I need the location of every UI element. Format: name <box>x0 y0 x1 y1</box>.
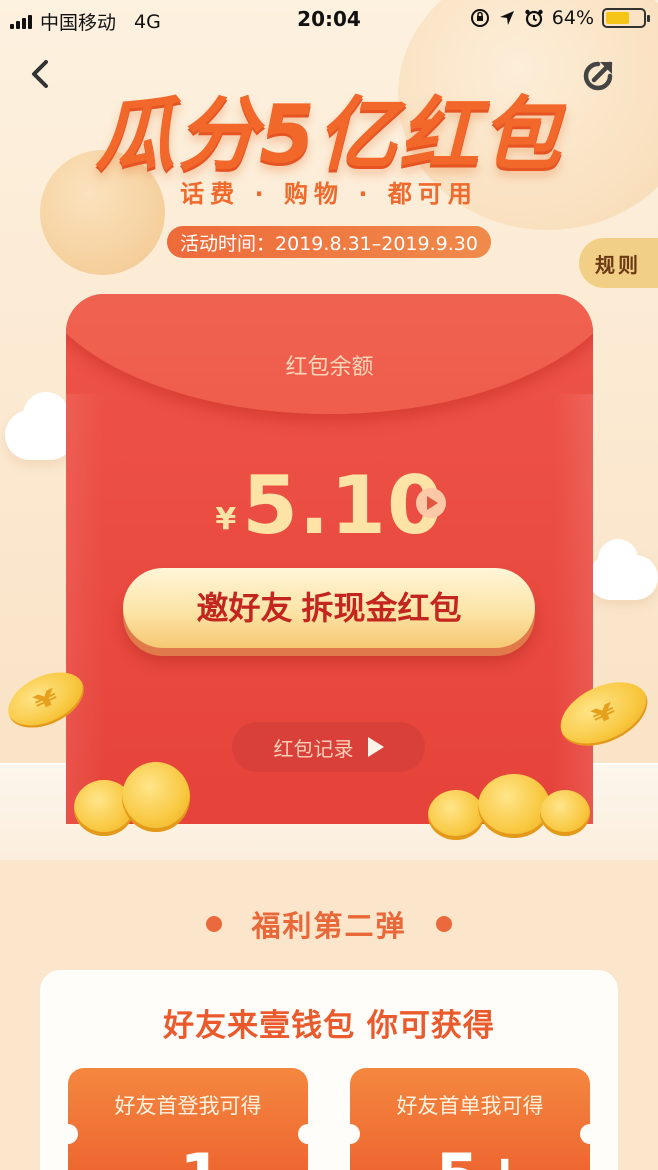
activity-period-badge: 活动时间：2019.8.31–2019.9.30 <box>167 226 491 258</box>
decor-cloud <box>5 392 75 460</box>
rules-button[interactable]: 规则 <box>579 238 658 288</box>
reward-coupon[interactable]: 好友首单我可得 ¥5+ <box>350 1068 590 1170</box>
section-title: 福利第二弹 <box>251 909 407 943</box>
orientation-lock-icon <box>470 9 489 27</box>
currency-symbol: ¥ <box>215 502 237 537</box>
envelope-record-label: 红包记录 <box>273 736 354 761</box>
reward-amount: 5+ <box>436 1140 531 1170</box>
coin-icon <box>540 790 590 836</box>
reward-coupon[interactable]: 好友首登我可得 ¥1 <box>68 1068 308 1170</box>
coin-icon <box>122 762 190 832</box>
alarm-icon <box>525 9 543 28</box>
battery-percent: 64% <box>551 7 594 29</box>
reward-value: ¥1 <box>68 1140 308 1170</box>
location-icon <box>499 11 514 25</box>
play-arrow-icon <box>367 737 384 757</box>
battery-icon <box>602 8 650 28</box>
page-subtitle: 话费 · 购物 · 都可用 <box>180 180 478 208</box>
reward-label: 好友首登我可得 <box>114 1094 262 1118</box>
envelope-record-button[interactable]: 红包记录 <box>232 722 425 772</box>
reward-amount: 1 <box>180 1140 223 1170</box>
reward-label: 好友首单我可得 <box>396 1094 544 1118</box>
decor-cloud <box>588 539 658 600</box>
balance-value: 5.10 <box>242 459 444 552</box>
invite-friends-button[interactable]: 邀好友 拆现金红包 <box>123 568 535 648</box>
red-envelope-card: 红包余额 ¥5.10 邀好友 拆现金红包 红包记录 <box>66 294 593 824</box>
reward-value: ¥5+ <box>350 1140 590 1170</box>
balance-label: 红包余额 <box>285 355 374 380</box>
reward-card: 好友来壹钱包 你可获得 好友首登我可得 ¥1 好友首单我可得 ¥5+ <box>40 970 618 1170</box>
page-title: 瓜分5亿红包 <box>95 88 563 181</box>
balance-detail-play-icon[interactable] <box>416 488 446 518</box>
title-dot <box>436 916 452 932</box>
coin-icon <box>478 774 550 838</box>
balance-amount: ¥5.10 <box>66 459 593 552</box>
status-bar: 中国移动 4G 20:04 64% <box>0 0 658 38</box>
reward-card-title: 好友来壹钱包 你可获得 <box>163 1008 495 1044</box>
coin-icon <box>428 790 484 840</box>
